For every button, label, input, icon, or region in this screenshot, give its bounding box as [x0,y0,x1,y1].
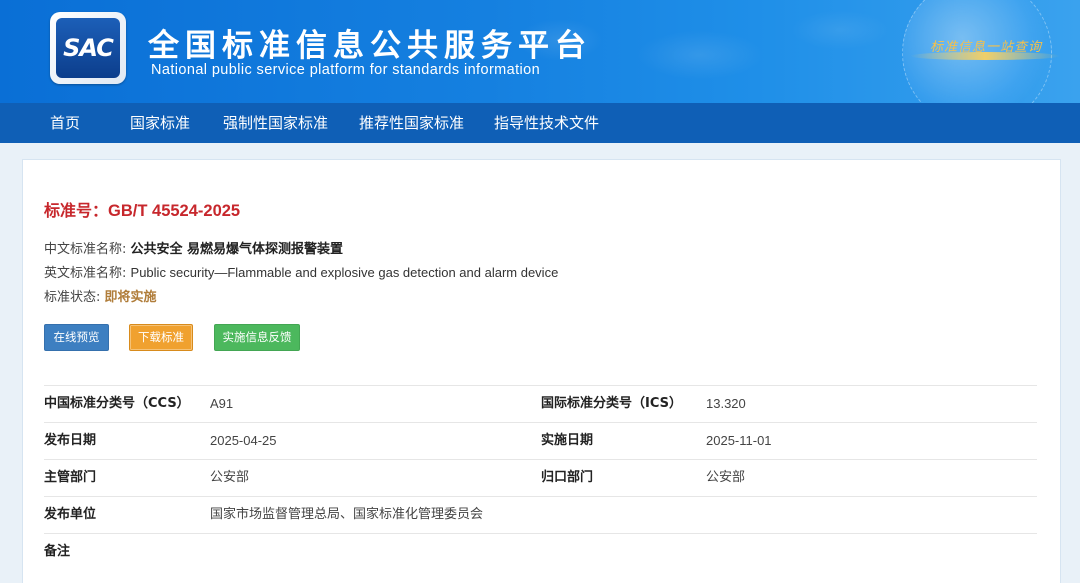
table-row: 发布日期 2025-04-25 实施日期 2025-11-01 [44,423,1037,460]
standard-number-label: 标准号： [44,201,109,220]
en-name-line: 英文标准名称: Public security—Flammable and ex… [44,262,558,281]
table-row: 发布单位 国家市场监督管理总局、国家标准化管理委员会 [44,497,1037,534]
cn-name-line: 中文标准名称: 公共安全 易燃易爆气体探测报警装置 [44,238,343,257]
ccs-label: 中国标准分类号（CCS） [44,396,190,411]
standard-details-table: 中国标准分类号（CCS） A91 国际标准分类号（ICS） 13.320 发布日… [44,385,1037,571]
site-subtitle: National public service platform for sta… [151,62,541,78]
main-nav: 首页 国家标准 强制性国家标准 推荐性国家标准 指导性技术文件 [0,103,1080,143]
responsible-dept-label: 归口部门 [541,470,594,485]
responsible-dept-value: 公安部 [706,470,746,485]
online-preview-button[interactable]: 在线预览 [44,324,109,351]
ics-label: 国际标准分类号（ICS） [541,396,682,411]
nav-item-mandatory-standards[interactable]: 强制性国家标准 [223,103,328,143]
site-slogan: 标准信息一站查询 [929,40,1042,55]
ics-value: 13.320 [706,396,746,411]
site-header: SAC 全国标准信息公共服务平台 National public service… [0,0,1080,103]
standard-detail-card: 标准号：GB/T 45524-2025 中文标准名称: 公共安全 易燃易爆气体探… [22,159,1061,583]
sac-logo-text: SAC [63,34,114,62]
status-line: 标准状态: 即将实施 [44,286,157,305]
cn-name-value: 公共安全 易燃易爆气体探测报警装置 [130,242,344,257]
competent-dept-value: 公安部 [210,470,250,485]
cn-name-label: 中文标准名称: [44,242,127,257]
publish-date-value: 2025-04-25 [210,433,277,448]
nav-item-home[interactable]: 首页 [50,103,80,143]
remarks-label: 备注 [44,544,71,559]
nav-item-guidance-documents[interactable]: 指导性技术文件 [494,103,599,143]
en-name-label: 英文标准名称: [44,266,127,281]
implement-date-value: 2025-11-01 [706,433,772,448]
sac-logo[interactable]: SAC [50,12,126,84]
nav-item-recommended-standards[interactable]: 推荐性国家标准 [359,103,464,143]
en-name-value: Public security—Flammable and explosive … [130,265,559,280]
publish-date-label: 发布日期 [44,433,97,448]
status-badge: 即将实施 [104,290,157,305]
nav-item-national-standards[interactable]: 国家标准 [130,103,190,143]
competent-dept-label: 主管部门 [44,470,97,485]
status-label: 标准状态: [44,290,101,305]
implementation-feedback-button[interactable]: 实施信息反馈 [214,324,300,351]
standard-number-heading: 标准号：GB/T 45524-2025 [44,197,240,221]
issuer-value: 国家市场监督管理总局、国家标准化管理委员会 [210,507,484,522]
download-standard-button[interactable]: 下载标准 [129,324,193,351]
issuer-label: 发布单位 [44,507,97,522]
table-row: 备注 [44,534,1037,571]
sac-logo-mark: SAC [56,18,120,78]
table-row: 主管部门 公安部 归口部门 公安部 [44,460,1037,497]
table-row: 中国标准分类号（CCS） A91 国际标准分类号（ICS） 13.320 [44,386,1037,423]
standard-number: GB/T 45524-2025 [108,202,241,220]
implement-date-label: 实施日期 [541,433,594,448]
site-title: 全国标准信息公共服务平台 [148,28,592,64]
ccs-value: A91 [210,396,234,411]
